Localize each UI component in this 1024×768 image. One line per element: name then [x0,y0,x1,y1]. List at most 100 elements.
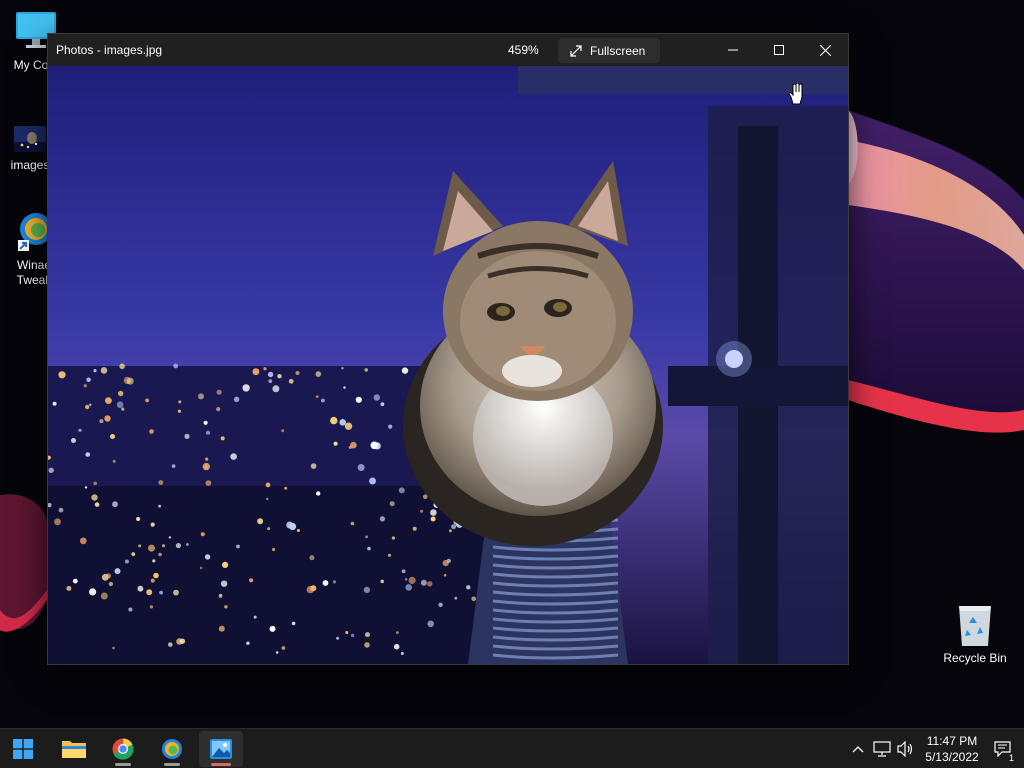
city-light [148,544,155,552]
city-light [451,524,457,530]
city-light [224,605,228,609]
city-light [288,378,294,384]
volume-button[interactable] [896,739,916,759]
city-light [91,494,98,501]
city-light [218,625,225,632]
city-light [427,581,433,587]
city-light [105,573,111,579]
city-light [83,384,87,388]
winaero-button[interactable] [150,731,194,767]
city-light [405,584,413,591]
taskbar-clock[interactable]: 11:47 PM 5/13/2022 [916,733,988,765]
show-hidden-icons-button[interactable] [848,739,868,759]
network-button[interactable] [872,739,892,759]
city-light [149,429,154,434]
city-light [54,518,61,526]
clock-date: 5/13/2022 [925,750,979,764]
desktop-icon-recycle-bin[interactable]: Recycle Bin [942,603,1008,666]
image-file-icon [8,124,52,154]
city-light [269,625,276,632]
volume-icon [897,741,913,757]
city-light [401,569,406,574]
city-light [420,509,424,513]
city-light [131,552,136,556]
city-light [373,394,380,401]
city-light [175,543,181,549]
city-light [86,377,91,383]
city-light [281,429,285,433]
city-light [171,464,176,468]
city-light [116,401,124,409]
city-light [466,585,471,590]
city-light [344,422,353,430]
minimize-button[interactable] [710,34,756,66]
city-light [363,586,370,594]
city-light [121,407,125,411]
city-light [112,501,118,508]
city-light [94,502,100,507]
city-light [310,585,317,592]
city-light [110,434,115,439]
city-light [289,522,297,531]
city-light [108,581,113,587]
city-light [341,367,344,370]
city-light [330,416,338,425]
maximize-button[interactable] [756,34,802,66]
city-light [369,477,376,485]
photo-canvas[interactable] [48,66,848,664]
file-explorer-button[interactable] [52,731,96,767]
notifications-button[interactable]: 1 [992,739,1016,763]
city-light [159,590,163,595]
city-light [367,546,371,551]
cat-photo [48,66,848,664]
city-light [89,403,92,406]
city-light [99,419,104,424]
city-light [443,574,447,577]
city-light [364,368,369,372]
minimize-icon [728,49,738,51]
city-light [350,521,355,526]
city-light [315,371,322,377]
city-light [136,517,141,521]
city-light [379,516,385,522]
city-light [112,646,115,650]
city-light [84,486,88,489]
close-button[interactable] [802,34,848,66]
city-light [365,632,370,638]
zoom-level: 459% [508,43,539,57]
city-light [176,638,183,645]
city-light [173,589,179,596]
city-light [158,480,164,486]
photos-button[interactable] [199,731,243,767]
city-light [246,641,250,645]
city-light [408,576,416,584]
city-light [257,518,264,525]
start-button[interactable] [1,731,45,767]
city-light [230,453,237,460]
city-light [48,467,54,473]
city-light [149,605,153,609]
city-light [267,527,271,531]
city-light [277,374,282,379]
city-light [114,568,121,575]
city-light [321,398,325,403]
chrome-icon [112,738,134,760]
city-light [430,516,436,522]
window-titlebar[interactable]: Photos - images.jpg 459% Fullscreen [48,34,848,66]
city-light [291,621,296,626]
city-light [276,651,279,654]
city-light [404,578,408,581]
city-light [242,384,250,392]
city-light [345,631,349,634]
city-light [350,441,357,449]
city-light [350,633,355,638]
city-light [206,430,210,435]
city-light [124,559,129,564]
fullscreen-button[interactable]: Fullscreen [558,38,660,63]
city-light [336,636,339,640]
city-light [380,579,385,584]
chrome-button[interactable] [101,731,145,767]
city-light [220,436,225,441]
city-light [93,369,97,373]
city-light [398,487,405,494]
